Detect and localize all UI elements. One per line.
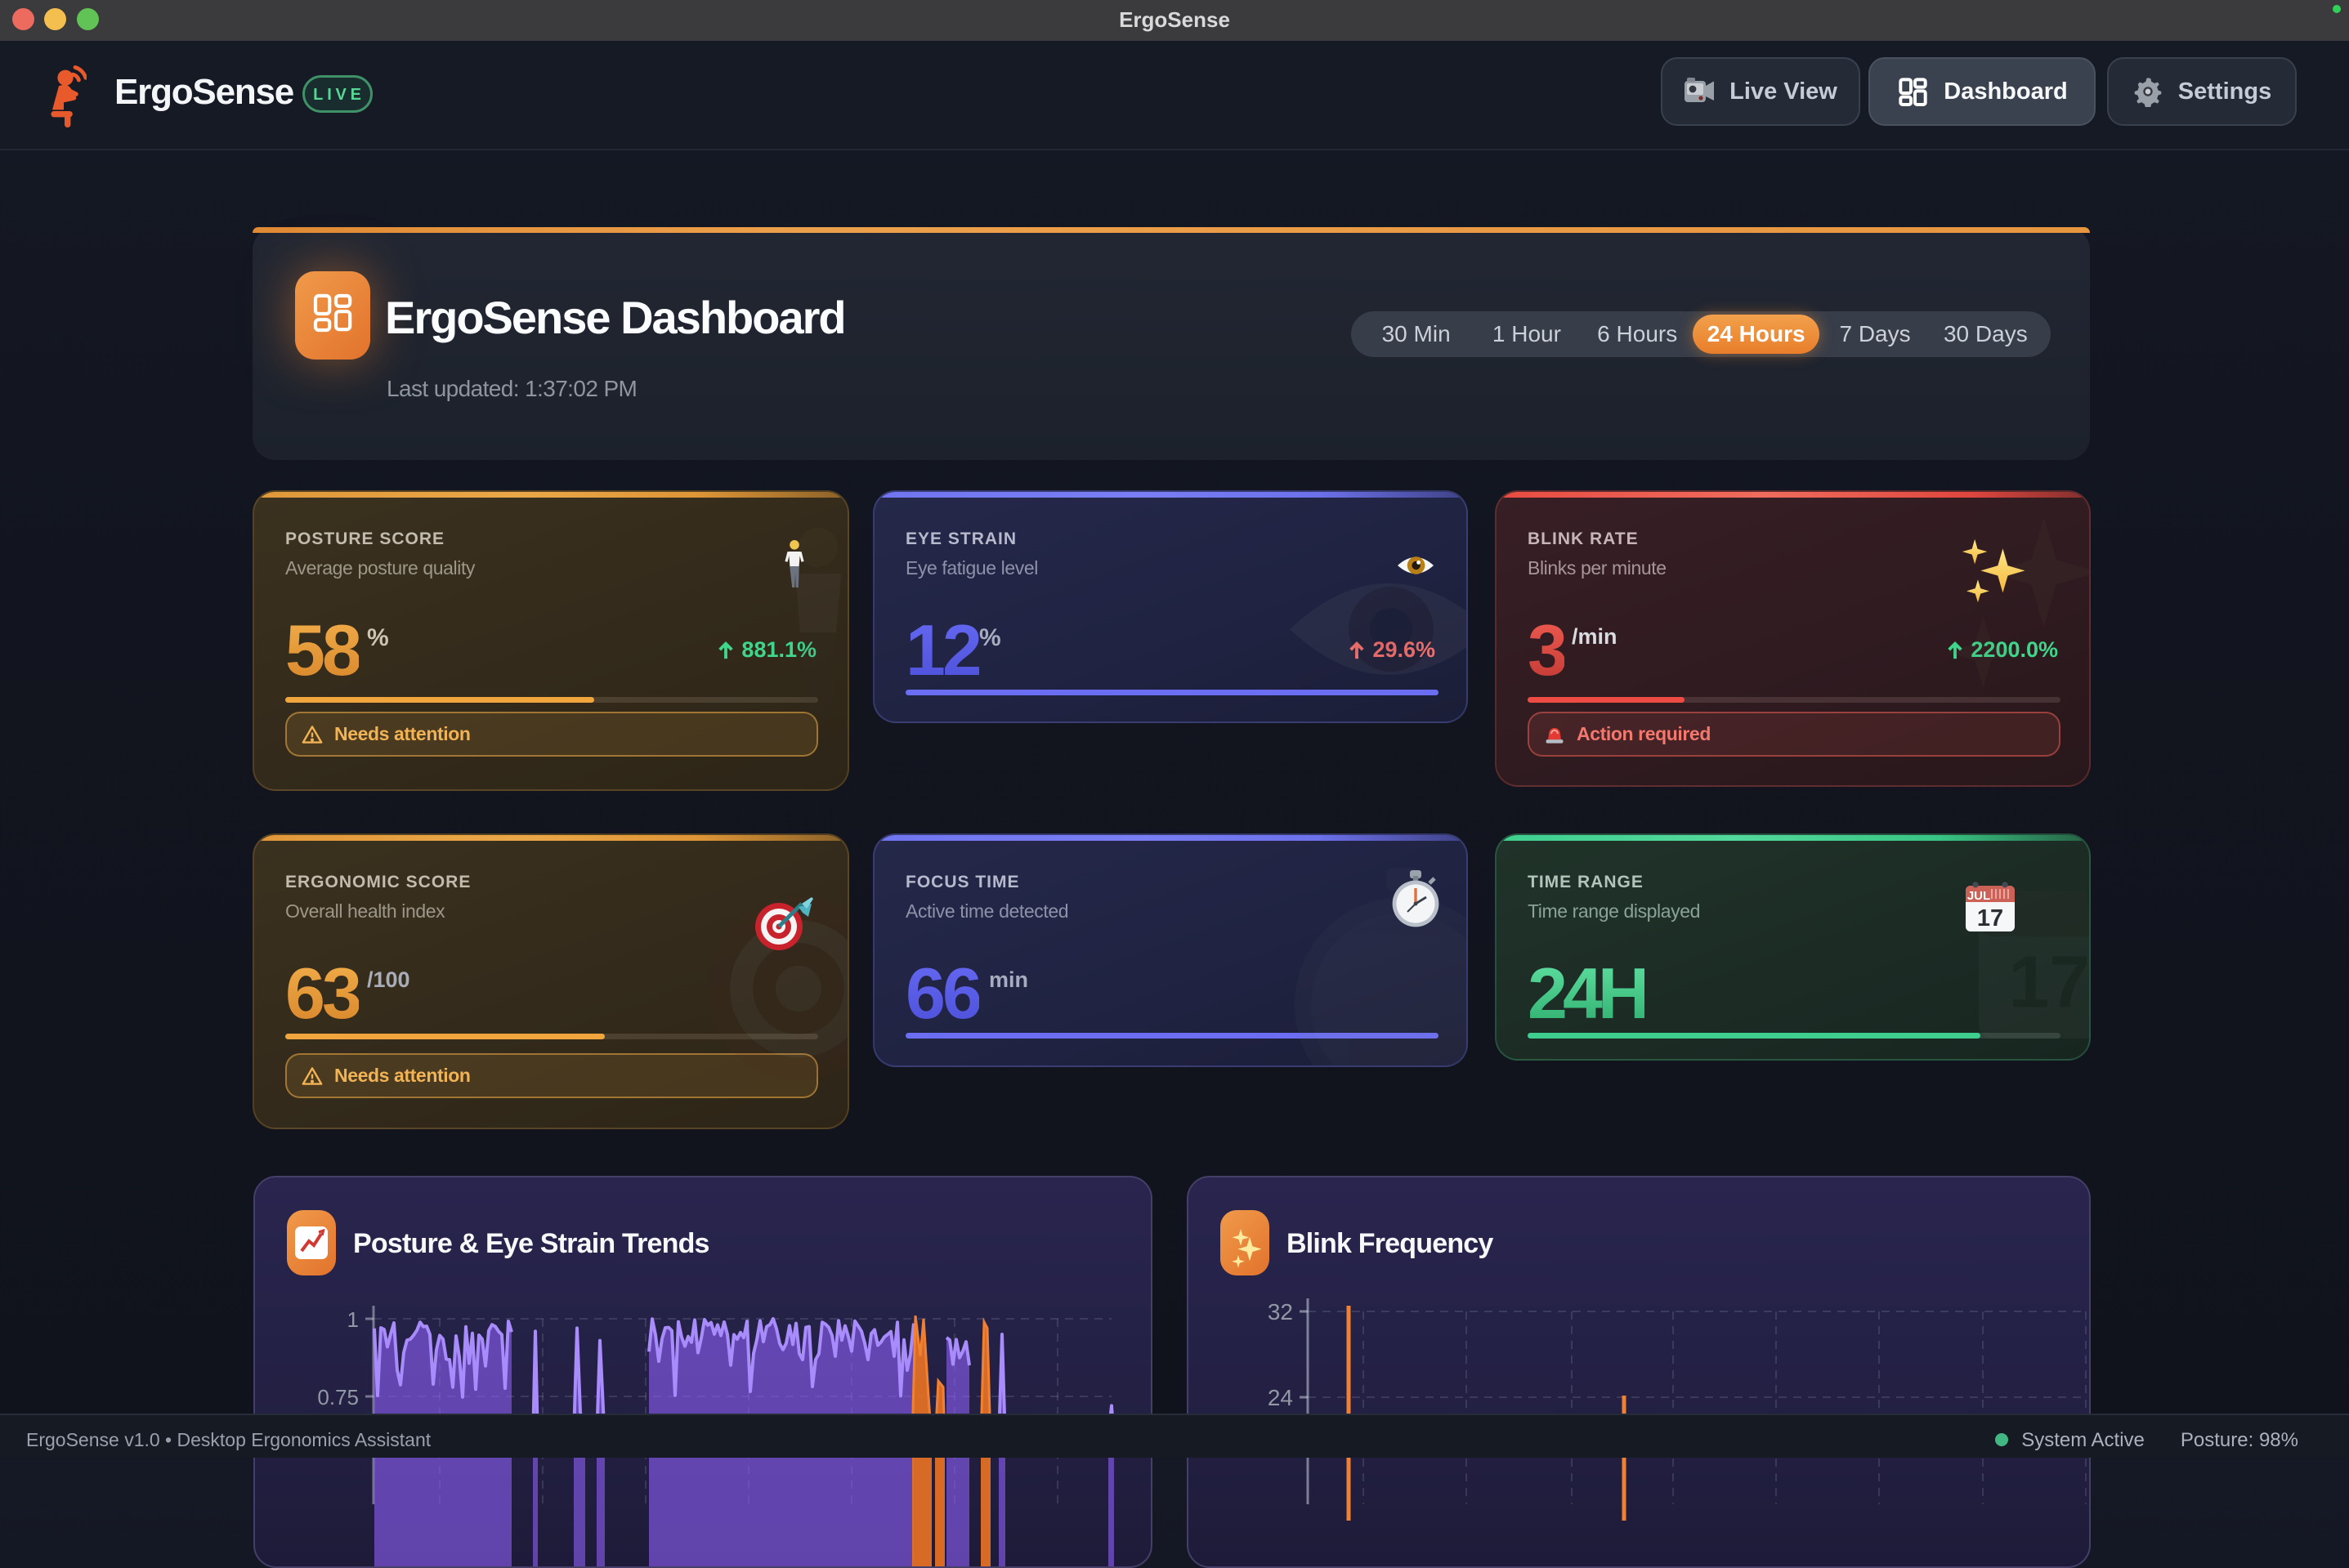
svg-text:17: 17	[1977, 905, 2003, 931]
svg-text:JUL: JUL	[1967, 889, 1990, 903]
svg-text:24: 24	[1268, 1385, 1293, 1410]
svg-text:0.75: 0.75	[317, 1385, 359, 1409]
svg-text:17: 17	[2008, 942, 2090, 1024]
svg-text:1: 1	[347, 1307, 359, 1332]
svg-text:32: 32	[1268, 1299, 1293, 1325]
